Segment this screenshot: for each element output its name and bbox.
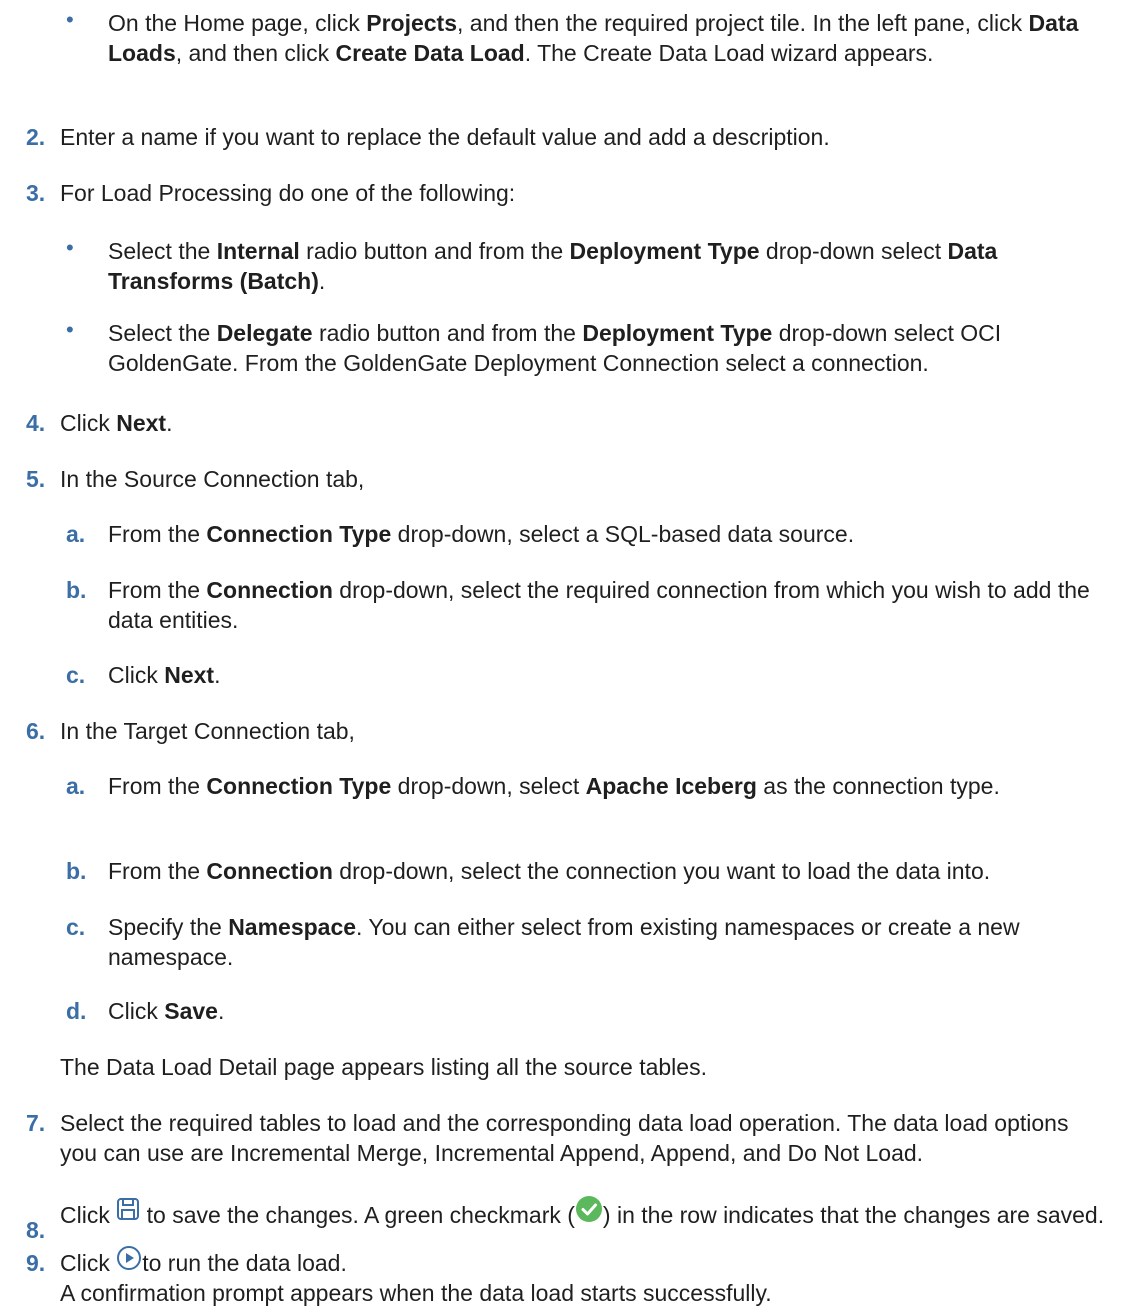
green-checkmark-icon	[575, 1195, 603, 1230]
step-5c-text: Click Next.	[108, 662, 221, 688]
step-9-note: A confirmation prompt appears when the d…	[60, 1280, 772, 1307]
substep-letter: b.	[66, 577, 87, 603]
step-5a-text: From the Connection Type drop-down, sele…	[108, 521, 855, 547]
step-number: 2.	[26, 124, 46, 150]
step-number: 6.	[26, 718, 46, 744]
save-icon	[116, 1197, 140, 1228]
step-number: 7.	[26, 1110, 46, 1136]
substep-letter: d.	[66, 998, 87, 1024]
run-play-icon	[116, 1245, 142, 1278]
step-4-text: Click Next.	[60, 410, 173, 436]
step-number: 3.	[26, 180, 46, 206]
step-3-option-delegate: Select the Delegate radio button and fro…	[108, 320, 1002, 376]
step-number: 8.	[26, 1217, 46, 1243]
bullet-marker: •	[66, 235, 74, 260]
step-6c-text: Specify the Namespace. You can either se…	[108, 914, 1020, 970]
substep-letter: b.	[66, 858, 87, 884]
step-7-text: Select the required tables to load and t…	[60, 1110, 1069, 1166]
step-3-option-internal: Select the Internal radio button and fro…	[108, 238, 998, 294]
bullet-marker: •	[66, 7, 74, 32]
step-9-text: Click to run the data load. A confirmati…	[60, 1245, 1120, 1308]
substep-letter: a.	[66, 521, 86, 547]
step-5-text: In the Source Connection tab,	[60, 466, 365, 492]
step-6-result: The Data Load Detail page appears listin…	[60, 1054, 707, 1080]
bullet-marker: •	[66, 317, 74, 342]
step-number: 4.	[26, 410, 46, 436]
step-6-text: In the Target Connection tab,	[60, 718, 355, 744]
step-1-text: On the Home page, click Projects, and th…	[108, 10, 1079, 66]
step-2-text: Enter a name if you want to replace the …	[60, 124, 830, 150]
step-6a-text: From the Connection Type drop-down, sele…	[108, 773, 1000, 799]
substep-letter: c.	[66, 914, 86, 940]
substep-letter: c.	[66, 662, 86, 688]
substep-letter: a.	[66, 773, 86, 799]
step-number: 5.	[26, 466, 46, 492]
step-3-text: For Load Processing do one of the follow…	[60, 180, 516, 206]
step-5b-text: From the Connection drop-down, select th…	[108, 577, 1090, 633]
step-6d-text: Click Save.	[108, 998, 225, 1024]
step-8-text: Click to save the changes. A green check…	[60, 1196, 1120, 1230]
step-6b-text: From the Connection drop-down, select th…	[108, 858, 991, 884]
step-number: 9.	[26, 1250, 46, 1276]
